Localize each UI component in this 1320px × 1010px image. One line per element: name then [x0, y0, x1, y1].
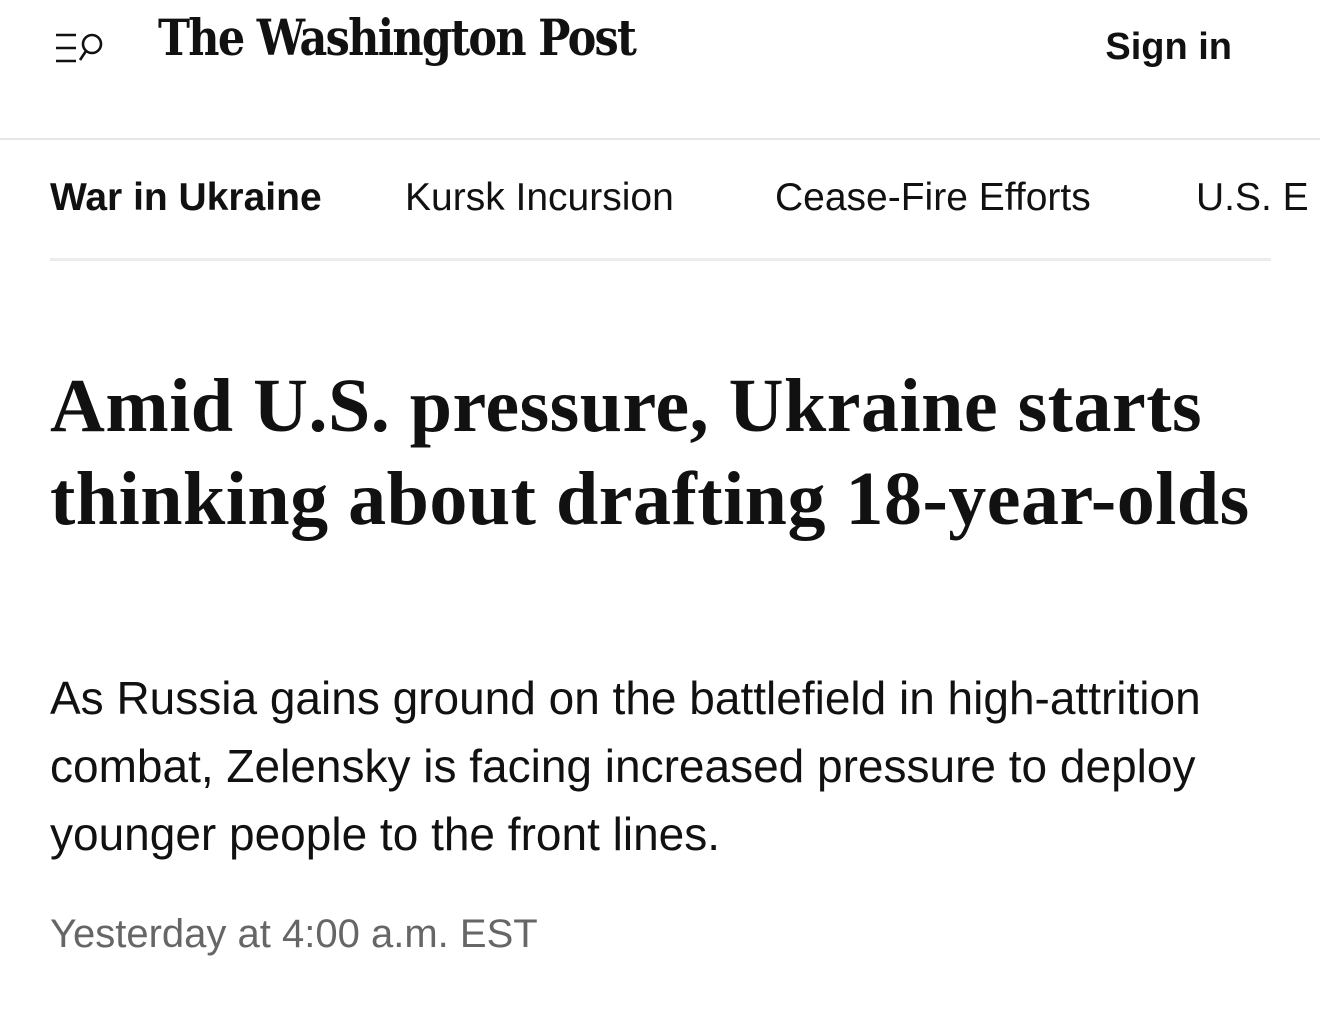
subnav-item-cease-fire-efforts[interactable]: Cease-Fire Efforts: [775, 176, 1091, 220]
subnav-item-kursk-incursion[interactable]: Kursk Incursion: [405, 176, 674, 220]
menu-search-icon[interactable]: [54, 30, 106, 66]
sign-in-button[interactable]: Sign in: [1105, 26, 1232, 69]
article-headline[interactable]: Amid U.S. pressure, Ukraine starts think…: [50, 360, 1280, 546]
subnav-item-war-in-ukraine[interactable]: War in Ukraine: [50, 176, 322, 220]
masthead-logo[interactable]: The Washington Post: [158, 8, 637, 67]
subnav-item-us-e[interactable]: U.S. E: [1196, 176, 1309, 220]
subnav-divider: [50, 258, 1271, 261]
article-timestamp: Yesterday at 4:00 a.m. EST: [50, 912, 538, 956]
site-header: The Washington Post Sign in: [0, 0, 1320, 140]
topic-subnav: War in Ukraine Kursk Incursion Cease-Fir…: [0, 140, 1320, 262]
article-dek: As Russia gains ground on the battlefiel…: [50, 672, 1201, 860]
